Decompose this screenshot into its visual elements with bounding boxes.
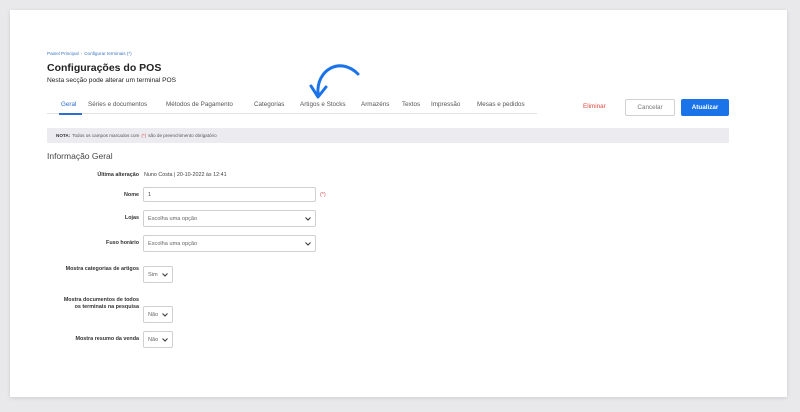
stores-label: Lojas <box>124 215 139 221</box>
note-prefix: NOTA: <box>56 133 71 138</box>
last-change-value: Nuno Costa | 20-10-2022 às 12:41 <box>144 172 227 178</box>
chevron-down-icon <box>160 271 170 279</box>
last-change-label: Última alteração <box>97 172 139 178</box>
tab-categorias[interactable]: Categorias <box>254 101 284 108</box>
note-text-after: são de preenchimento obrigatório <box>148 133 217 138</box>
show-documents-select[interactable]: Não <box>143 306 173 323</box>
breadcrumb-separator: › <box>80 51 83 56</box>
delete-button[interactable]: Eliminar <box>583 103 606 110</box>
stores-select[interactable]: Escolha uma opção <box>143 210 316 227</box>
show-categories-label: Mostra categorias de artigos <box>65 266 139 272</box>
show-categories-select[interactable]: Sim <box>143 266 173 283</box>
tab-series-documentos[interactable]: Séries e documentos <box>88 101 147 108</box>
chevron-down-icon <box>303 215 313 223</box>
note-text-before: Todos os campos marcados com <box>72 133 140 138</box>
stores-select-value: Escolha uma opção <box>148 215 198 222</box>
update-button[interactable]: Atualizar <box>681 99 729 116</box>
timezone-select[interactable]: Escolha uma opção <box>143 235 316 252</box>
page-title: Configurações do POS <box>47 62 162 74</box>
name-input[interactable]: 1 <box>143 187 316 202</box>
tab-impressao[interactable]: Impressão <box>431 101 460 108</box>
name-label: Nome <box>124 192 139 198</box>
show-documents-value: Não <box>148 311 159 318</box>
tab-geral[interactable]: Geral <box>61 101 76 108</box>
breadcrumb-current[interactable]: Configurar terminais (*) <box>84 51 131 56</box>
section-title: Informação Geral <box>47 151 113 161</box>
tab-metodos-pagamento[interactable]: Métodos de Pagamento <box>166 101 233 108</box>
active-tab-indicator <box>59 113 82 115</box>
page-subtitle: Nesta secção pode alterar um terminal PO… <box>47 77 177 84</box>
tab-armazens[interactable]: Armazéns <box>361 101 389 108</box>
show-sales-summary-label: Mostra resumo da venda <box>75 336 139 342</box>
breadcrumb: Painel Principal › Configurar terminais (*… <box>47 51 132 56</box>
name-required-marker: (*) <box>320 192 326 198</box>
cancel-button[interactable]: Cancelar <box>625 99 675 116</box>
note-required-marker: (*) <box>141 133 147 138</box>
show-sales-summary-value: Não <box>148 336 159 343</box>
chevron-down-icon <box>160 311 170 319</box>
show-sales-summary-select[interactable]: Não <box>143 331 173 348</box>
chevron-down-icon <box>160 336 170 344</box>
timezone-label: Fuso horário <box>106 240 139 246</box>
tab-bar: Geral Séries e documentos Métodos de Pag… <box>47 90 537 115</box>
required-fields-note: NOTA: Todos os campos marcados com (*) s… <box>47 128 729 143</box>
tab-mesas-pedidos[interactable]: Mesas e pedidos <box>477 101 525 108</box>
breadcrumb-home-link[interactable]: Painel Principal <box>47 51 79 56</box>
show-documents-label: Mostra documentos de todos os terminais … <box>63 297 139 310</box>
arrow-annotation-icon <box>309 64 360 99</box>
timezone-select-value: Escolha uma opção <box>148 240 198 247</box>
show-categories-value: Sim <box>148 271 158 278</box>
tab-textos[interactable]: Textos <box>402 101 420 108</box>
chevron-down-icon <box>303 240 313 248</box>
